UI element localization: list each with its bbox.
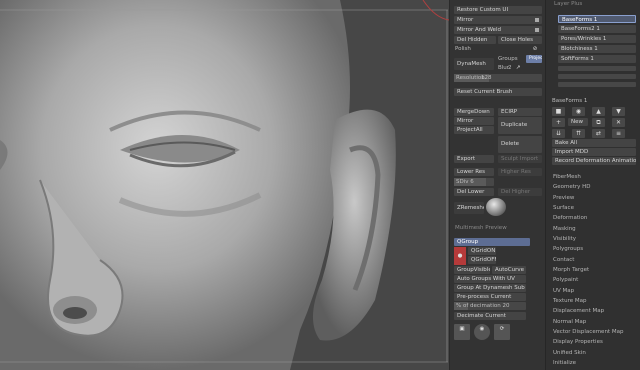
menu-item[interactable]: Unified Skin xyxy=(553,350,586,357)
sdiv-label: SDiv 6 xyxy=(456,179,474,185)
layer-item[interactable]: SoftForms 1 xyxy=(558,55,636,63)
mergedown-button[interactable]: MergeDown xyxy=(454,108,494,116)
menu-item[interactable]: Surface xyxy=(553,205,574,212)
menu-item[interactable]: Contact xyxy=(553,257,574,264)
menu-item[interactable]: Polypaint xyxy=(553,277,578,284)
dynamesh-button[interactable]: DynaMesh xyxy=(454,58,494,70)
del-hidden-button[interactable]: Del Hidden xyxy=(454,36,496,44)
merge-icon[interactable]: ⇊ xyxy=(552,129,565,138)
menu-item[interactable]: Vector Displacement Map xyxy=(553,329,623,336)
tool-panel: Restore Custom UI Mirror Mirror And Weld… xyxy=(449,0,546,370)
color-swatch-icon: ● xyxy=(454,247,466,265)
new-layer-button[interactable]: New xyxy=(568,118,588,126)
menu-item[interactable]: Display Properties xyxy=(553,339,603,346)
project-toggle[interactable]: Project xyxy=(526,55,542,63)
qgrid-off-toggle[interactable]: QGridOFF xyxy=(468,256,496,264)
polish-icon[interactable]: ⊘ xyxy=(530,44,540,54)
new-layer-icon[interactable]: + xyxy=(552,118,565,127)
menu-item[interactable]: UV Map xyxy=(553,288,574,295)
duplicate-button[interactable]: Duplicate xyxy=(498,117,542,134)
groups-toggle[interactable]: Groups xyxy=(498,55,518,63)
menu-item[interactable]: Visibility xyxy=(553,236,576,243)
mirror-weld-label: Mirror And Weld xyxy=(457,27,501,33)
decimate-current-button[interactable]: Decimate Current xyxy=(454,312,526,320)
ecirp-button[interactable]: ECIRP xyxy=(498,108,542,116)
polish-label: Polish xyxy=(455,46,471,52)
menu-item[interactable]: Preview xyxy=(553,195,574,202)
layer-slider[interactable] xyxy=(558,82,636,87)
up-arrow-icon[interactable]: ▲ xyxy=(592,107,605,116)
layer-item-selected[interactable]: BaseForms 1 xyxy=(558,15,636,23)
sculpt-head-render xyxy=(0,0,449,370)
pin-icon[interactable]: ↗ xyxy=(514,63,522,73)
menu-item[interactable]: Normal Map xyxy=(553,319,586,326)
mirror-and-weld-button[interactable]: Mirror And Weld xyxy=(454,26,542,34)
down-arrow-icon[interactable]: ▼ xyxy=(612,107,625,116)
menu-item[interactable]: Deformation xyxy=(553,215,587,222)
preprocess-current-button[interactable]: Pre-process Current xyxy=(454,293,526,301)
sculpt-tool-icon[interactable]: ▣ xyxy=(454,324,470,340)
layer-item[interactable]: BaseForms2 1 xyxy=(558,25,636,33)
layers-header: Layer Plus xyxy=(554,1,583,7)
canvas-viewport[interactable] xyxy=(0,0,449,370)
menu-item[interactable]: Initialize xyxy=(553,360,576,367)
layers-panel: Layer Plus BaseForms 1 BaseForms2 1 Pore… xyxy=(545,0,640,370)
del-higher-button[interactable]: Del Higher xyxy=(498,188,542,196)
layer-slider[interactable] xyxy=(558,74,636,79)
mirror-button[interactable]: Mirror xyxy=(454,16,542,24)
copy-icon[interactable]: ⧉ xyxy=(592,118,605,127)
selected-layer-name: BaseForms 1 xyxy=(552,98,588,104)
menu-item[interactable]: Geometry HD xyxy=(553,184,591,191)
menu-item[interactable]: Polygroups xyxy=(553,246,583,253)
resolution-slider[interactable]: Resolution 128 xyxy=(454,74,542,82)
record-icon[interactable]: ■ xyxy=(552,107,565,116)
move-tool-icon[interactable]: ◉ xyxy=(474,324,490,340)
qgrid-on-toggle[interactable]: QGridON xyxy=(468,247,496,255)
auto-groups-uv-button[interactable]: Auto Groups With UV xyxy=(454,275,526,283)
menu-item[interactable]: Texture Map xyxy=(553,298,587,305)
split-icon[interactable]: ⇈ xyxy=(572,129,585,138)
resolution-value: 128 xyxy=(481,75,492,81)
projectall-button[interactable]: ProjectAll xyxy=(454,126,494,134)
layer-slider[interactable] xyxy=(558,66,636,71)
zremesher-icon[interactable] xyxy=(486,198,506,216)
mirror-label: Mirror xyxy=(457,17,474,23)
menu-item[interactable]: Displacement Map xyxy=(553,308,604,315)
close-holes-button[interactable]: Close Holes xyxy=(498,36,542,44)
delete-layer-icon[interactable]: ✕ xyxy=(612,118,625,127)
lower-res-button[interactable]: Lower Res xyxy=(454,168,494,176)
rotate-tool-icon[interactable]: ⟳ xyxy=(494,324,510,340)
delete-button[interactable]: Delete xyxy=(498,136,542,153)
del-lower-button[interactable]: Del Lower xyxy=(454,188,494,196)
restore-custom-ui-button[interactable]: Restore Custom UI xyxy=(454,6,542,14)
bake-all-button[interactable]: Bake All xyxy=(552,139,636,147)
dropdown-indicator-icon xyxy=(535,18,539,22)
reset-current-brush-button[interactable]: Reset Current Brush xyxy=(454,88,542,96)
autocurve-button[interactable]: AutoCurve xyxy=(492,266,526,274)
qgroup-toggle[interactable]: QGroup xyxy=(454,238,530,246)
sculpt-import-button[interactable]: Sculpt Import xyxy=(498,155,542,163)
export-button[interactable]: Export xyxy=(454,155,494,163)
record-animation-button[interactable]: Record Deformation Animation xyxy=(552,157,636,165)
import-mdd-button[interactable]: Import MDD xyxy=(552,148,636,156)
menu-item[interactable]: Morph Target xyxy=(553,267,589,274)
menu-item[interactable]: Masking xyxy=(553,226,576,233)
eye-icon[interactable]: ◉ xyxy=(572,107,585,116)
blur-value: 2 xyxy=(508,65,512,71)
settings-icon[interactable]: ≡ xyxy=(612,129,625,138)
menu-item[interactable]: FiberMesh xyxy=(553,174,581,181)
mirror-subtool-button[interactable]: Mirror xyxy=(454,117,494,125)
groupvisible-button[interactable]: GroupVisible xyxy=(454,266,490,274)
sdiv-slider[interactable]: SDiv 6 xyxy=(454,178,494,186)
higher-res-button[interactable]: Higher Res xyxy=(498,168,542,176)
group-dynamesh-sub-button[interactable]: Group At Dynamesh Sub xyxy=(454,284,526,292)
decimation-label: % of decimation 20 xyxy=(456,303,510,309)
dropdown-indicator-icon xyxy=(535,28,539,32)
zremesher-button[interactable]: ZRemesher xyxy=(454,202,484,214)
layer-item[interactable]: Blotchiness 1 xyxy=(558,45,636,53)
multimesh-preview-label: Multimesh Preview xyxy=(455,225,507,231)
decimation-slider[interactable]: % of decimation 20 xyxy=(454,302,526,310)
layer-item[interactable]: Pores/Wrinkles 1 xyxy=(558,35,636,43)
swap-icon[interactable]: ⇄ xyxy=(592,129,605,138)
